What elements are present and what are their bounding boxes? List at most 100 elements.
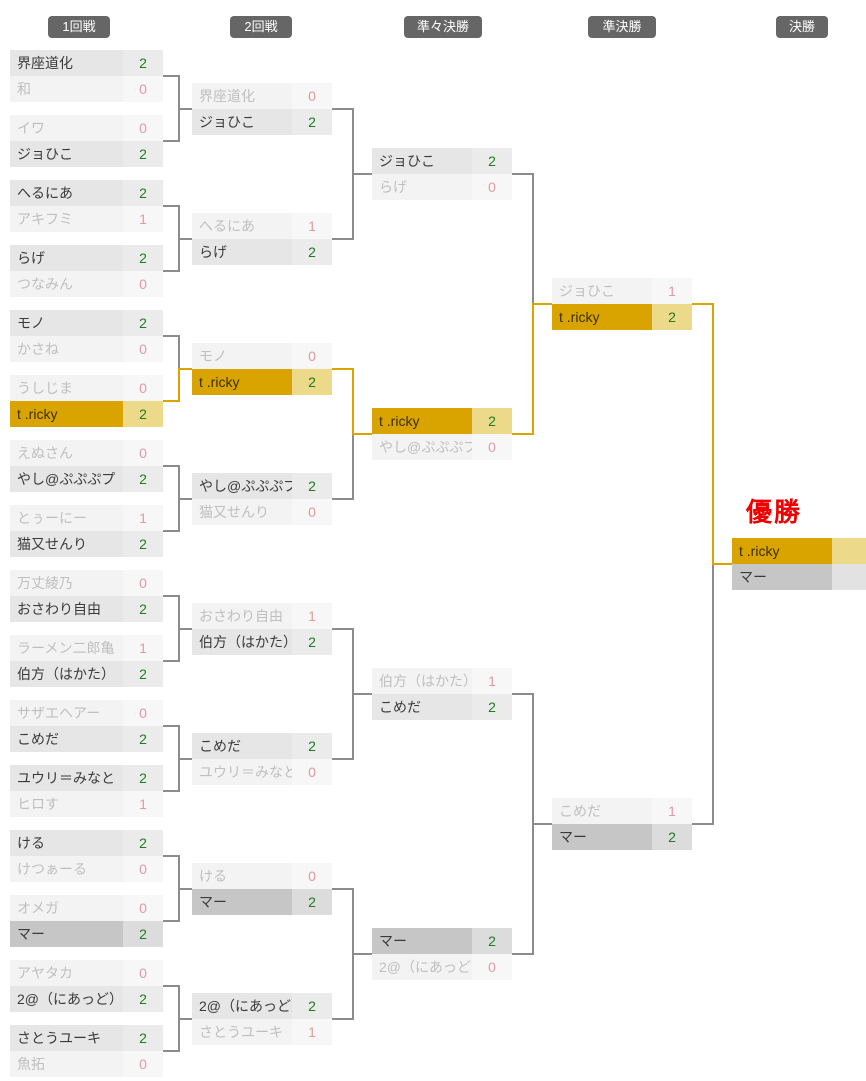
bracket-slot-top[interactable]: ジョひこ 2 xyxy=(372,148,512,174)
bracket-slot-top[interactable]: ける 2 xyxy=(10,830,163,856)
player-score: 0 xyxy=(292,83,332,109)
bracket-slot-top[interactable]: 万丈綾乃 0 xyxy=(10,570,163,596)
bracket-slot-top[interactable]: おさわり自由 1 xyxy=(192,603,332,629)
bracket-connector xyxy=(178,465,180,500)
bracket-slot-top[interactable]: モノ 0 xyxy=(192,343,332,369)
player-name: 2@（にあっど） xyxy=(192,993,292,1019)
bracket-slot-top[interactable]: さとうユーキ 2 xyxy=(10,1025,163,1051)
bracket-slot-top[interactable]: えぬさん 0 xyxy=(10,440,163,466)
bracket-connector xyxy=(178,238,192,240)
bracket-slot-bottom[interactable]: 伯方（はかた） 2 xyxy=(10,661,163,687)
round-header-4: 準決勝 xyxy=(588,16,656,38)
bracket-slot-bottom[interactable]: アキフミ 1 xyxy=(10,206,163,232)
player-score: 0 xyxy=(123,1051,163,1077)
player-score: 0 xyxy=(123,76,163,102)
bracket-slot-top[interactable]: アヤタカ 0 xyxy=(10,960,163,986)
bracket-connector xyxy=(692,823,712,825)
player-name: マー xyxy=(732,564,832,590)
bracket-slot-top[interactable]: 2@（にあっど）2 xyxy=(192,993,332,1019)
bracket-slot-top[interactable]: やし@ぷぷぷプ 2 xyxy=(192,473,332,499)
bracket-slot-bottom[interactable]: t .ricky 2 xyxy=(552,304,692,330)
bracket-slot-bottom[interactable]: かさね 0 xyxy=(10,336,163,362)
bracket-slot-top[interactable]: へるにあ 2 xyxy=(10,180,163,206)
match-r2-4: やし@ぷぷぷプ 2 猫又せんり 0 xyxy=(192,473,332,525)
bracket-slot-bottom[interactable]: 伯方（はかた） 2 xyxy=(192,629,332,655)
bracket-connector xyxy=(163,465,178,467)
bracket-slot-top[interactable]: ラーメン二郎亀 1 xyxy=(10,635,163,661)
bracket-connector xyxy=(163,140,178,142)
bracket-slot-bottom[interactable]: やし@ぷぷぷプ 2 xyxy=(10,466,163,492)
bracket-slot-top[interactable]: イワ 0 xyxy=(10,115,163,141)
bracket-slot-bottom[interactable]: やし@ぷぷぷプ 0 xyxy=(372,434,512,460)
bracket-slot-bottom[interactable]: らげ 0 xyxy=(372,174,512,200)
bracket-slot-bottom[interactable]: t .ricky 2 xyxy=(192,369,332,395)
bracket-connector xyxy=(178,498,192,500)
bracket-connector xyxy=(178,368,192,370)
bracket-slot-bottom[interactable]: こめだ 2 xyxy=(372,694,512,720)
match-r2-5: おさわり自由 1 伯方（はかた） 2 xyxy=(192,603,332,655)
bracket-slot-bottom[interactable]: t .ricky 2 xyxy=(10,401,163,427)
bracket-slot-bottom[interactable]: ユウリ＝みなと 0 xyxy=(192,759,332,785)
bracket-slot-top[interactable]: こめだ 2 xyxy=(192,733,332,759)
bracket-slot-top[interactable]: モノ 2 xyxy=(10,310,163,336)
bracket-slot-bottom[interactable]: つなみん 0 xyxy=(10,271,163,297)
bracket-slot-bottom[interactable]: さとうユーキ 1 xyxy=(192,1019,332,1045)
bracket-slot-top[interactable]: 界座道化 0 xyxy=(192,83,332,109)
player-score: 2 xyxy=(292,889,332,915)
player-name: ユウリ＝みなと xyxy=(10,765,123,791)
bracket-slot-bottom[interactable]: ジョひこ 2 xyxy=(192,109,332,135)
player-name: へるにあ xyxy=(10,180,123,206)
bracket-slot-bottom[interactable]: 猫又せんり 0 xyxy=(192,499,332,525)
player-score: 2 xyxy=(123,830,163,856)
match-r1-4: らげ 2 つなみん 0 xyxy=(10,245,163,297)
bracket-slot-top[interactable]: サザエヘアー 0 xyxy=(10,700,163,726)
bracket-slot-bottom[interactable]: 2@（にあっど） 2 xyxy=(10,986,163,1012)
bracket-slot-bottom[interactable]: 猫又せんり 2 xyxy=(10,531,163,557)
bracket-slot-top[interactable]: こめだ 1 xyxy=(552,798,692,824)
bracket-slot-bottom[interactable]: 2@（にあっど）0 xyxy=(372,954,512,980)
bracket-slot-bottom[interactable]: 和0 xyxy=(10,76,163,102)
bracket-slot-bottom[interactable]: らげ 2 xyxy=(192,239,332,265)
bracket-slot-bottom[interactable]: マー xyxy=(732,564,866,590)
player-score: 2 xyxy=(123,921,163,947)
bracket-slot-top[interactable]: 界座道化 2 xyxy=(10,50,163,76)
bracket-slot-top[interactable]: とぅーにー 1 xyxy=(10,505,163,531)
bracket-slot-top[interactable]: ユウリ＝みなと 2 xyxy=(10,765,163,791)
match-r1-12: ユウリ＝みなと 2 ヒロす 1 xyxy=(10,765,163,817)
bracket-slot-bottom[interactable]: ジョひこ 2 xyxy=(10,141,163,167)
bracket-slot-top[interactable]: t .ricky xyxy=(732,538,866,564)
bracket-slot-bottom[interactable]: こめだ 2 xyxy=(10,726,163,752)
bracket-slot-top[interactable]: オメガ 0 xyxy=(10,895,163,921)
bracket-slot-bottom[interactable]: ヒロす 1 xyxy=(10,791,163,817)
bracket-connector xyxy=(532,303,534,435)
match-r1-2: イワ 0 ジョひこ 2 xyxy=(10,115,163,167)
player-score: 2 xyxy=(123,726,163,752)
match-r2-7: ける 0 マー 2 xyxy=(192,863,332,915)
bracket-slot-top[interactable]: うしじま 0 xyxy=(10,375,163,401)
bracket-slot-top[interactable]: ジョひこ 1 xyxy=(552,278,692,304)
bracket-slot-top[interactable]: マー 2 xyxy=(372,928,512,954)
match-r5-1: t .ricky マー xyxy=(732,538,866,590)
bracket-slot-top[interactable]: t .ricky 2 xyxy=(372,408,512,434)
bracket-slot-top[interactable]: ける 0 xyxy=(192,863,332,889)
bracket-slot-bottom[interactable]: 魚拓 0 xyxy=(10,1051,163,1077)
player-score: 0 xyxy=(123,440,163,466)
bracket-connector xyxy=(352,368,354,435)
bracket-slot-bottom[interactable]: マー 2 xyxy=(192,889,332,915)
player-name: けつぁーる xyxy=(10,856,123,882)
player-score: 0 xyxy=(123,271,163,297)
bracket-slot-bottom[interactable]: マー 2 xyxy=(552,824,692,850)
player-score: 2 xyxy=(123,661,163,687)
match-r2-8: 2@（にあっど）2さとうユーキ1 xyxy=(192,993,332,1045)
bracket-slot-top[interactable]: へるにあ 1 xyxy=(192,213,332,239)
bracket-connector xyxy=(332,1018,352,1020)
bracket-slot-top[interactable]: 伯方（はかた） 1 xyxy=(372,668,512,694)
player-score: 0 xyxy=(472,954,512,980)
bracket-connector xyxy=(178,888,192,890)
bracket-slot-bottom[interactable]: けつぁーる 0 xyxy=(10,856,163,882)
bracket-slot-bottom[interactable]: マー 2 xyxy=(10,921,163,947)
bracket-slot-bottom[interactable]: おさわり自由 2 xyxy=(10,596,163,622)
bracket-slot-top[interactable]: らげ 2 xyxy=(10,245,163,271)
match-r1-10: ラーメン二郎亀 1 伯方（はかた） 2 xyxy=(10,635,163,687)
player-score: 2 xyxy=(292,993,332,1019)
